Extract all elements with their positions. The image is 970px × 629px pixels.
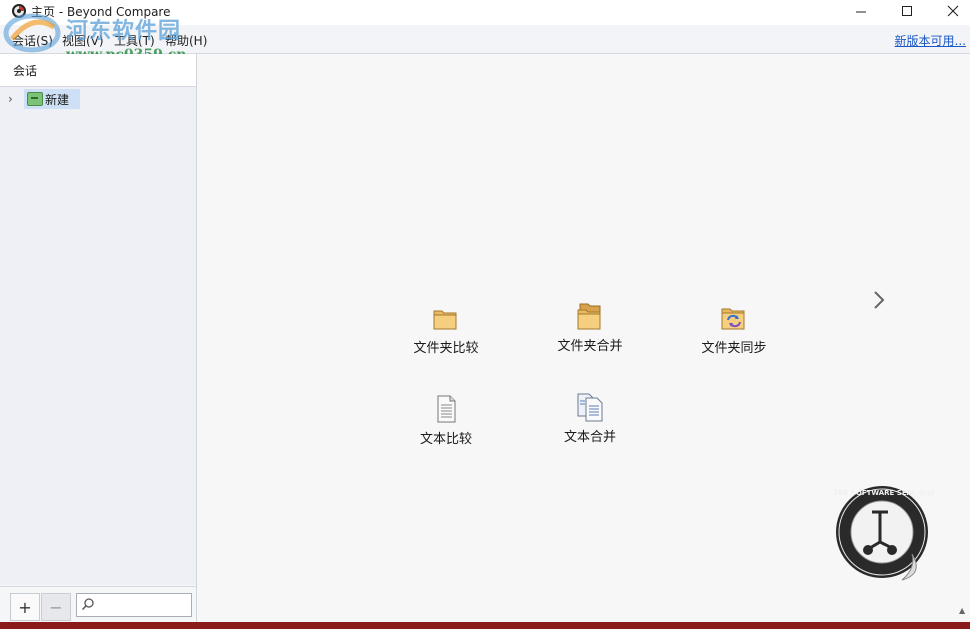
tile-label: 文本比较 xyxy=(419,432,472,447)
scroll-up-icon[interactable]: ▲ xyxy=(959,606,965,615)
search-icon xyxy=(81,598,94,611)
remove-session-button[interactable]: − xyxy=(41,593,71,621)
update-available-link[interactable]: 新版本可用... xyxy=(895,32,966,49)
close-icon xyxy=(947,5,959,17)
tile-label: 文件夹合并 xyxy=(557,339,623,354)
menu-tools[interactable]: 工具(T) xyxy=(114,32,155,49)
status-bar xyxy=(0,622,970,629)
sidebar-title: 会话 xyxy=(13,64,38,78)
folder-compare-icon xyxy=(433,310,457,330)
tile-label: 文件夹比较 xyxy=(413,341,479,356)
tile-text-merge[interactable]: 文本合并 xyxy=(535,392,645,462)
seal-text: SCOOTER SOFTWARE SEAL QUALITY xyxy=(834,489,934,497)
menu-session[interactable]: 会话(S) xyxy=(12,32,53,49)
folder-merge-icon xyxy=(577,303,601,330)
tile-folder-sync[interactable]: 文件夹同步 xyxy=(679,303,789,373)
tile-label: 文本合并 xyxy=(563,430,616,445)
maximize-icon xyxy=(902,6,912,16)
menu-bar: 会话(S) 视图(V) 工具(T) 帮助(H) 新版本可用... xyxy=(0,25,970,54)
session-search-input[interactable] xyxy=(76,593,192,617)
text-compare-icon xyxy=(437,395,456,423)
minimize-icon xyxy=(856,11,866,13)
tile-label: 文件夹同步 xyxy=(701,341,767,356)
home-main-panel: 文件夹比较 文件夹合并 文件夹同步 文本比较 文本合并 TER SOFTWARE… xyxy=(197,54,970,622)
menu-view[interactable]: 视图(V) xyxy=(62,32,104,49)
add-session-button[interactable]: + xyxy=(10,593,40,621)
tile-text-compare[interactable]: 文本比较 xyxy=(391,394,501,464)
app-icon xyxy=(12,4,26,18)
tile-folder-compare[interactable]: 文件夹比较 xyxy=(391,303,501,373)
text-merge-icon xyxy=(577,393,603,422)
title-bar: 主页 - Beyond Compare xyxy=(0,0,970,25)
new-session-icon xyxy=(27,92,43,106)
tile-folder-merge[interactable]: 文件夹合并 xyxy=(535,301,645,371)
chevron-right-icon[interactable]: › xyxy=(8,92,13,106)
sidebar-header: 会话 xyxy=(0,54,196,87)
session-tree: › 新建 xyxy=(0,87,196,585)
folder-sync-icon xyxy=(721,308,745,330)
window-title: 主页 - Beyond Compare xyxy=(31,5,171,19)
menu-help[interactable]: 帮助(H) xyxy=(165,32,207,49)
minimize-button[interactable] xyxy=(838,0,884,22)
tree-item-new[interactable]: › 新建 xyxy=(8,89,80,109)
chevron-right-icon[interactable] xyxy=(869,288,889,312)
quality-seal-icon: SCOOTER SOFTWARE SEAL QUALITY xyxy=(834,486,934,581)
sessions-sidebar: 会话 › 新建 + − xyxy=(0,54,197,623)
close-button[interactable] xyxy=(930,0,970,22)
tree-item-label: 新建 xyxy=(45,93,70,107)
maximize-button[interactable] xyxy=(884,0,930,22)
sidebar-footer: + − xyxy=(0,586,196,623)
